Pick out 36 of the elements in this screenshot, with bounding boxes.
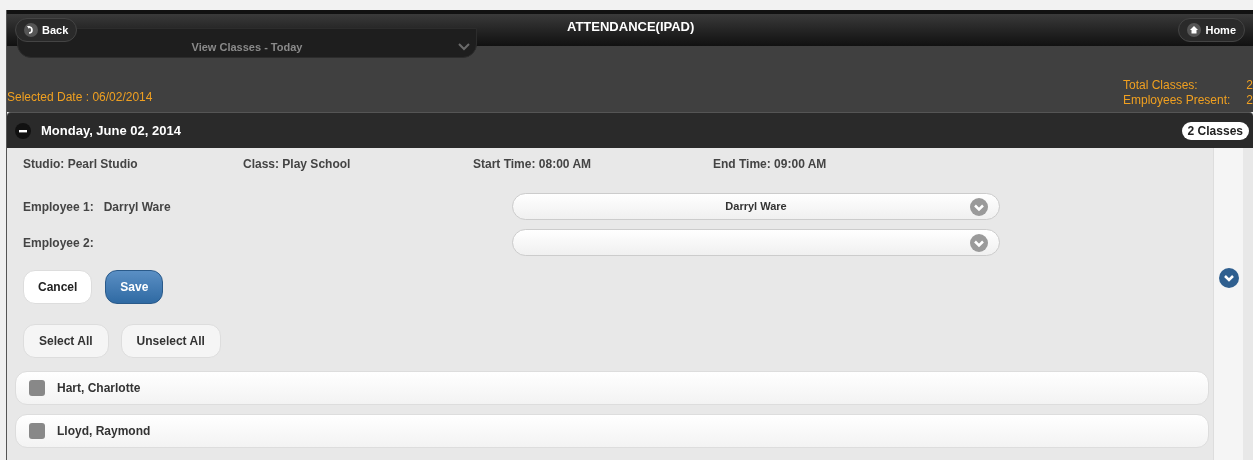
dropdown-icon xyxy=(970,234,988,252)
class-count: 2 Classes xyxy=(1181,121,1249,140)
total-value: 2 xyxy=(1246,93,1253,108)
checkbox[interactable] xyxy=(29,423,45,439)
employee-select[interactable] xyxy=(512,229,1000,256)
class-info: Studio: Pearl Studio xyxy=(23,156,139,173)
home-icon xyxy=(1187,23,1202,37)
dropdown-icon xyxy=(970,198,988,216)
chevron-icon xyxy=(458,43,470,51)
home-button[interactable]: Home xyxy=(1178,18,1245,42)
employee-select[interactable]: Darryl Ware xyxy=(512,193,1000,220)
person-name: Lloyd, Raymond xyxy=(57,423,151,440)
back-button[interactable]: Back xyxy=(15,18,78,42)
day-title: Monday, June 02, 2014 xyxy=(41,121,181,140)
class-info: End Time: 09:00 AM xyxy=(713,156,828,173)
total-value: 2 xyxy=(1246,78,1253,93)
select-all-button[interactable]: Select All xyxy=(23,324,109,358)
person-name: Hart, Charlotte xyxy=(57,380,141,397)
total-label: Total Classes: xyxy=(1123,78,1198,93)
person-row[interactable]: Hart, Charlotte xyxy=(15,371,1209,405)
person-row[interactable]: Lloyd, Raymond xyxy=(15,414,1209,448)
employee-name: Darryl Ware xyxy=(103,198,171,216)
selected-date: Selected Date : 06/02/2014 xyxy=(7,89,153,106)
employee-label: Employee 1: xyxy=(23,198,94,216)
scroll-down-icon[interactable] xyxy=(1218,268,1239,288)
window-title: ATTENDANCE(IPAD) xyxy=(567,18,695,36)
total-label: Employees Present: xyxy=(1123,93,1231,108)
back-icon xyxy=(24,23,38,37)
employee-label: Employee 2: xyxy=(23,234,94,252)
unselect-all-button[interactable]: Unselect All xyxy=(120,324,221,358)
checkbox[interactable] xyxy=(29,380,45,396)
class-info: Class: Play School xyxy=(243,156,352,173)
day-header[interactable]: Monday, June 02, 2014 2 Classes xyxy=(7,112,1253,148)
save-button[interactable]: Save xyxy=(105,270,164,304)
class-info: Start Time: 08:00 AM xyxy=(473,156,593,173)
cancel-button[interactable]: Cancel xyxy=(23,270,93,304)
